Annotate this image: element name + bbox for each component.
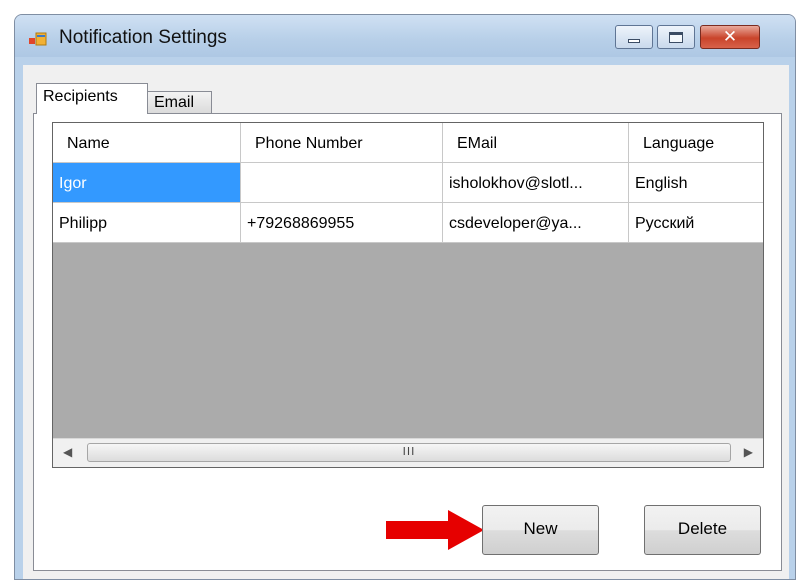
scroll-thumb[interactable]: III bbox=[87, 443, 731, 462]
column-header-name[interactable]: Name bbox=[53, 123, 241, 163]
table-row[interactable]: Philipp +79268869955 csdeveloper@ya... Р… bbox=[53, 203, 763, 243]
cell-name[interactable]: Igor bbox=[53, 163, 241, 203]
recipients-tab-panel: Name Phone Number EMail Language Igor is… bbox=[33, 113, 782, 571]
red-arrow-annotation-icon bbox=[386, 510, 484, 550]
scroll-left-icon[interactable]: ◀ bbox=[63, 445, 72, 459]
scroll-right-icon[interactable]: ▶ bbox=[744, 445, 753, 459]
maximize-icon bbox=[669, 31, 683, 43]
minimize-icon bbox=[628, 38, 640, 43]
delete-button[interactable]: Delete bbox=[644, 505, 761, 555]
horizontal-scrollbar[interactable]: ◀ III ▶ bbox=[53, 438, 763, 467]
window-title: Notification Settings bbox=[59, 27, 227, 48]
cell-phone[interactable]: +79268869955 bbox=[241, 203, 443, 243]
tab-email[interactable]: Email bbox=[147, 91, 212, 114]
close-icon: ✕ bbox=[722, 26, 738, 47]
recipients-grid[interactable]: Name Phone Number EMail Language Igor is… bbox=[52, 122, 764, 468]
cell-phone[interactable] bbox=[241, 163, 443, 203]
title-bar[interactable]: Notification Settings ✕ bbox=[15, 15, 795, 57]
grid-header-row: Name Phone Number EMail Language bbox=[53, 123, 763, 163]
close-button[interactable]: ✕ bbox=[700, 25, 760, 49]
notification-settings-window: Notification Settings ✕ Recipients Email… bbox=[14, 14, 796, 580]
cell-name[interactable]: Philipp bbox=[53, 203, 241, 243]
client-area: Recipients Email Name Phone Number EMail… bbox=[23, 65, 789, 579]
column-header-phone[interactable]: Phone Number bbox=[241, 123, 443, 163]
cell-email[interactable]: isholokhov@slotl... bbox=[443, 163, 629, 203]
cell-language[interactable]: English bbox=[629, 163, 763, 203]
cell-language[interactable]: Русский bbox=[629, 203, 763, 243]
minimize-button[interactable] bbox=[615, 25, 653, 49]
cell-email[interactable]: csdeveloper@ya... bbox=[443, 203, 629, 243]
app-window-icon bbox=[29, 32, 47, 46]
table-row[interactable]: Igor isholokhov@slotl... English bbox=[53, 163, 763, 203]
tab-recipients[interactable]: Recipients bbox=[36, 83, 148, 114]
new-button[interactable]: New bbox=[482, 505, 599, 555]
column-header-email[interactable]: EMail bbox=[443, 123, 629, 163]
maximize-button[interactable] bbox=[657, 25, 695, 49]
column-header-language[interactable]: Language bbox=[629, 123, 763, 163]
